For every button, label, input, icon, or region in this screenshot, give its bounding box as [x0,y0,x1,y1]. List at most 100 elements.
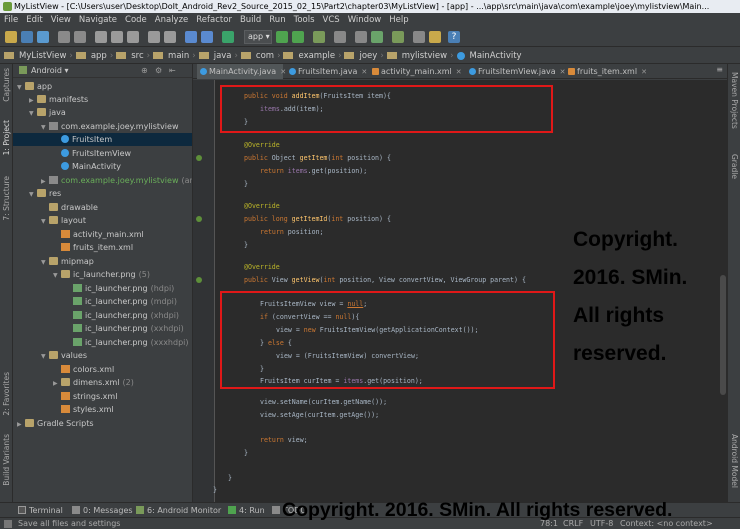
tree-item[interactable]: ▼ res [13,187,192,201]
tree-item[interactable]: ▶ dimens.xml (2) [13,376,192,390]
code-editor[interactable]: public void addItem(FruitsItem item){ it… [193,80,727,502]
breadcrumb-item[interactable]: com [256,51,274,61]
tab-mainactivity[interactable]: MainActivity.java ✕ [197,64,286,79]
menu-refactor[interactable]: Refactor [196,13,232,27]
tool-windows-icon[interactable] [4,520,12,528]
profile-icon[interactable] [334,31,346,43]
breadcrumb-item[interactable]: app [91,51,107,61]
tree-item[interactable]: ▼ java [13,106,192,120]
tree-item[interactable]: ▼ values [13,349,192,363]
project-tool-tab[interactable]: 1: Project [2,120,11,155]
terminal-tab[interactable]: Terminal [18,503,63,518]
menu-edit[interactable]: Edit [26,13,42,27]
cut-icon[interactable] [95,31,107,43]
tree-item[interactable]: colors.xml [13,363,192,376]
tree-item[interactable]: ▶com.example.joey.mylistview(andro [13,174,192,187]
tab-fruits-item-xml[interactable]: fruits_item.xml ✕ [565,64,647,79]
paste-icon[interactable] [127,31,139,43]
menu-vcs[interactable]: VCS [323,13,340,27]
menu-window[interactable]: Window [348,13,382,27]
expanded-arrow-icon[interactable]: ▼ [53,269,61,282]
tree-item[interactable]: ic_launcher.png (hdpi) [13,282,192,295]
tree-item[interactable]: ▼ app [13,80,192,93]
override-marker-icon[interactable] [196,155,202,161]
editor-scrollbar[interactable] [719,80,727,502]
tree-item[interactable]: ic_launcher.png (mdpi) [13,295,192,308]
favorites-tool-tab[interactable]: 2: Favorites [2,372,11,416]
make-project-icon[interactable] [222,31,234,43]
tab-activity-main[interactable]: activity_main.xml ✕ [369,64,462,79]
tree-item[interactable]: ▼ layout [13,214,192,227]
menu-file[interactable]: File [4,13,18,27]
close-icon[interactable]: ✕ [641,68,647,76]
back-icon[interactable] [185,31,197,43]
tree-item[interactable]: ▼ ic_launcher.png (5) [13,268,192,282]
structure-tool-tab[interactable]: 7: Structure [2,176,11,221]
tree-item[interactable]: activity_main.xml [13,228,192,241]
tree-item[interactable]: ▶ Gradle Scripts [13,417,192,431]
close-icon[interactable]: ✕ [361,68,367,76]
tree-item[interactable]: MainActivity [13,160,192,173]
debug-icon[interactable] [292,31,304,43]
replace-icon[interactable] [164,31,176,43]
tree-item[interactable]: fruits_item.xml [13,241,192,254]
close-icon[interactable]: ✕ [456,68,462,76]
collapse-icon[interactable]: ⇤ [169,66,178,75]
redo-icon[interactable] [74,31,86,43]
menu-analyze[interactable]: Analyze [155,13,189,27]
expanded-arrow-icon[interactable]: ▼ [41,350,49,363]
maven-projects-tab[interactable]: Maven Projects [730,72,739,129]
gradle-tab[interactable]: Gradle [730,154,739,179]
tab-overflow-icon[interactable]: ≡ [716,65,723,74]
find-icon[interactable] [148,31,160,43]
breadcrumb-item[interactable]: src [131,51,143,61]
project-view-select[interactable]: Android [31,66,62,75]
tab-fruitsitem[interactable]: FruitsItem.java ✕ [286,64,367,79]
expanded-arrow-icon[interactable]: ▼ [29,188,37,201]
tree-item[interactable]: styles.xml [13,403,192,416]
project-structure-icon[interactable] [413,31,425,43]
menu-build[interactable]: Build [240,13,261,27]
breadcrumb-item[interactable]: mylistview [402,51,447,61]
sync-icon[interactable]: ⊕ [141,66,150,75]
captures-tab[interactable]: Captures [2,68,11,102]
undo-icon[interactable] [58,31,70,43]
build-variants-tab[interactable]: Build Variants [2,434,11,486]
menu-tools[interactable]: Tools [294,13,315,27]
menu-navigate[interactable]: Navigate [79,13,117,27]
attach-debugger-icon[interactable] [313,31,325,43]
menu-run[interactable]: Run [269,13,285,27]
forward-icon[interactable] [201,31,213,43]
tree-item[interactable]: ▶ manifests [13,93,192,106]
breadcrumb-item[interactable]: example [298,51,335,61]
help-icon[interactable]: ? [448,31,460,43]
open-folder-icon[interactable] [5,31,17,43]
tab-fruitsitemview[interactable]: FruitsItemView.java ✕ [466,64,566,79]
menu-view[interactable]: View [51,13,71,27]
settings-icon[interactable]: ⚙ [155,66,164,75]
android-monitor-tab[interactable]: 6: Android Monitor [136,503,221,518]
breadcrumb-item[interactable]: MainActivity [470,51,522,61]
menu-code[interactable]: Code [125,13,147,27]
override-marker-icon[interactable] [196,277,202,283]
android-device-icon[interactable] [392,31,404,43]
avd-manager-icon[interactable] [355,31,367,43]
tree-item[interactable]: ic_launcher.png (xxxhdpi) [13,336,192,349]
run-icon[interactable] [276,31,288,43]
collapsed-arrow-icon[interactable]: ▶ [17,418,25,431]
menu-help[interactable]: Help [389,13,408,27]
tree-item[interactable]: ▼ mipmap [13,255,192,268]
sync-icon[interactable] [37,31,49,43]
expanded-arrow-icon[interactable]: ▼ [29,107,37,120]
save-icon[interactable] [21,31,33,43]
breadcrumb-item[interactable]: MyListView [19,51,66,61]
run-tab[interactable]: 4: Run [228,503,265,518]
android-model-tab[interactable]: Android Model [730,434,739,488]
tree-item[interactable]: strings.xml [13,390,192,403]
collapsed-arrow-icon[interactable]: ▶ [53,377,61,390]
messages-tab[interactable]: 0: Messages [72,503,133,518]
breadcrumb-item[interactable]: main [168,51,189,61]
tree-item[interactable]: ic_launcher.png (xxhdpi) [13,322,192,335]
tree-item[interactable]: drawable [13,201,192,214]
tree-item[interactable]: FruitsItemView [13,147,192,160]
